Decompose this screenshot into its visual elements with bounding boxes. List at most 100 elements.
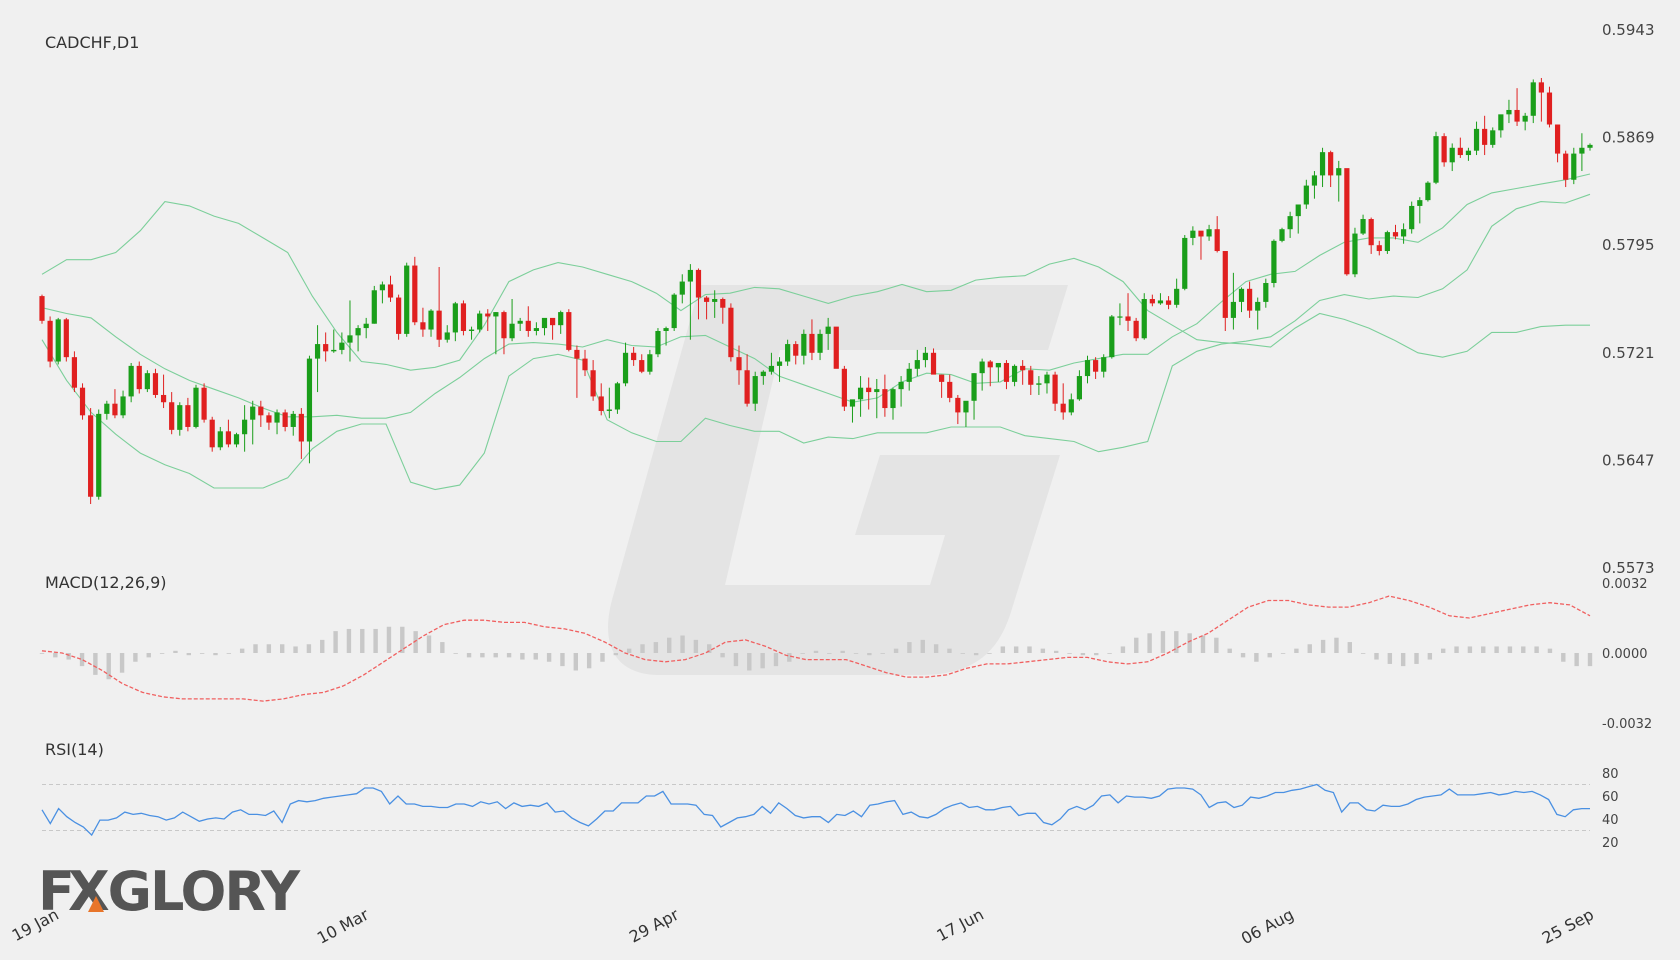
candle-body bbox=[963, 400, 969, 413]
candle bbox=[250, 400, 256, 445]
candle bbox=[1328, 150, 1334, 188]
candle bbox=[355, 325, 361, 352]
candle bbox=[614, 381, 621, 414]
candle-body bbox=[1020, 365, 1026, 371]
candle-body bbox=[242, 419, 248, 435]
candle bbox=[1465, 147, 1472, 161]
candle bbox=[1571, 147, 1577, 185]
macd-histogram-bar bbox=[520, 653, 525, 660]
candle-body bbox=[1425, 182, 1431, 201]
candle-body bbox=[1109, 316, 1115, 358]
macd-histogram-bar bbox=[480, 653, 485, 658]
candle bbox=[1538, 77, 1544, 122]
candle bbox=[120, 390, 126, 419]
candle-body bbox=[1465, 150, 1472, 156]
candle-body bbox=[436, 310, 442, 340]
candle bbox=[314, 325, 321, 393]
candle bbox=[485, 309, 491, 331]
date-tick-label: 10 Mar bbox=[314, 905, 372, 948]
candle bbox=[1530, 79, 1536, 124]
macd-tick-label: 0.0032 bbox=[1602, 577, 1648, 592]
candle-body bbox=[387, 284, 394, 298]
candle-body bbox=[663, 328, 669, 331]
candle-body bbox=[833, 326, 839, 369]
candle bbox=[290, 410, 296, 436]
candle bbox=[955, 394, 961, 425]
macd-histogram-bar bbox=[1414, 653, 1419, 664]
macd-histogram-bar bbox=[893, 648, 899, 653]
candle-body bbox=[614, 383, 621, 410]
price-tick-label: 0.5943 bbox=[1602, 21, 1655, 39]
macd-histogram-bar bbox=[199, 653, 205, 654]
candle-body bbox=[1417, 200, 1423, 206]
candle bbox=[468, 326, 475, 340]
candle-body bbox=[1457, 147, 1463, 156]
candle-body bbox=[1141, 299, 1147, 339]
candle-body bbox=[549, 317, 556, 326]
candle-body bbox=[1303, 185, 1309, 205]
candle bbox=[1125, 293, 1131, 331]
candle bbox=[801, 329, 807, 365]
candle-body bbox=[193, 387, 199, 427]
candle-body bbox=[1101, 357, 1107, 372]
macd-histogram-bar bbox=[813, 650, 819, 653]
macd-tick-label: -0.0032 bbox=[1602, 717, 1652, 732]
candle-body bbox=[744, 370, 750, 404]
macd-histogram-bar bbox=[119, 653, 125, 673]
candle-body bbox=[1263, 283, 1269, 302]
rsi-tick-label: 40 bbox=[1602, 813, 1619, 828]
candle-body bbox=[631, 352, 637, 361]
candle bbox=[558, 310, 564, 334]
macd-histogram-bar bbox=[453, 653, 458, 654]
candle-body bbox=[695, 269, 702, 298]
candle-body bbox=[104, 403, 110, 414]
candle bbox=[1182, 235, 1188, 291]
candle-body bbox=[817, 333, 823, 353]
candle bbox=[1368, 217, 1374, 254]
main-chart-title: CADCHF,D1 bbox=[45, 33, 139, 52]
macd-histogram-bar bbox=[1387, 653, 1393, 664]
macd-histogram-bar bbox=[226, 653, 232, 654]
candle bbox=[323, 332, 329, 362]
candle-body bbox=[1149, 299, 1155, 304]
candle bbox=[1433, 131, 1439, 185]
candle bbox=[849, 399, 856, 423]
candle-body bbox=[930, 352, 937, 375]
candle bbox=[428, 309, 434, 337]
axes: 0.59430.58690.57950.57210.56470.557319 J… bbox=[9, 21, 1655, 948]
candle-body bbox=[1052, 374, 1058, 404]
candle-body bbox=[1230, 301, 1236, 318]
macd-histogram-bar bbox=[1200, 635, 1206, 653]
candle-body bbox=[882, 389, 888, 409]
candle bbox=[1247, 281, 1253, 318]
candle bbox=[477, 310, 483, 333]
candle bbox=[1141, 293, 1147, 340]
candle bbox=[258, 400, 264, 427]
candle-body bbox=[703, 297, 710, 302]
candle-body bbox=[939, 374, 945, 382]
candle bbox=[1319, 147, 1326, 188]
candle-body bbox=[112, 403, 118, 416]
candle-body bbox=[987, 361, 993, 368]
candle-body bbox=[331, 349, 337, 352]
macd-histogram-bar bbox=[840, 650, 845, 653]
candle-body bbox=[460, 303, 467, 331]
macd-histogram-bar bbox=[800, 653, 805, 654]
candle-body bbox=[412, 265, 418, 323]
macd-histogram-bar bbox=[133, 653, 138, 662]
candle bbox=[177, 402, 183, 436]
candle bbox=[298, 408, 304, 459]
candle bbox=[1044, 371, 1050, 394]
candle-body bbox=[825, 326, 831, 334]
candle bbox=[1052, 371, 1058, 411]
candle-body bbox=[1400, 229, 1407, 237]
candle-body bbox=[1068, 399, 1074, 413]
candle-body bbox=[1449, 147, 1455, 163]
candle-body bbox=[209, 419, 215, 448]
candle bbox=[404, 262, 410, 337]
candle bbox=[412, 256, 418, 326]
candle bbox=[1449, 143, 1455, 172]
candle bbox=[1036, 376, 1042, 395]
candle bbox=[225, 419, 232, 448]
candle-body bbox=[225, 431, 232, 445]
